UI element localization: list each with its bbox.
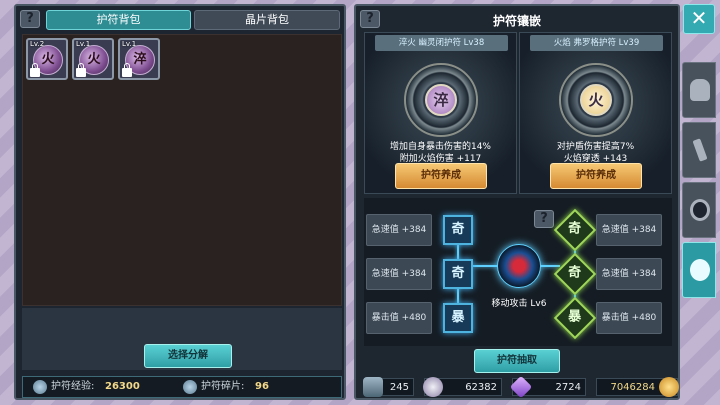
chip-socket[interactable]: 暴 xyxy=(553,296,597,340)
amulet-card: 火焰 弗罗格护符 Lv39 火 对护盾伤害提高7% 火焰穿透 +143 护符养成 xyxy=(519,32,672,194)
lock-icon xyxy=(122,63,132,77)
chip-stat: 急速值 +384 xyxy=(596,258,662,290)
item-level: Lv.1 xyxy=(76,40,91,48)
currency-item: 7046284 xyxy=(596,377,679,397)
chip-socket[interactable]: 奇 xyxy=(443,215,473,245)
gold-coin-icon xyxy=(659,377,679,397)
chip-socket[interactable]: 奇 xyxy=(443,259,473,289)
item-level: Lv.2 xyxy=(30,40,45,48)
chip-socket[interactable]: 奇 xyxy=(553,252,597,296)
currency-item: 62382 xyxy=(423,377,502,397)
amulet-train-button[interactable]: 护符养成 xyxy=(550,163,642,189)
exp-label: 护符经验: xyxy=(51,381,95,392)
amulet-ring[interactable]: 火 xyxy=(559,63,633,137)
close-button[interactable]: ✕ xyxy=(683,4,715,34)
sword-icon xyxy=(363,377,383,397)
amulet-exp-icon xyxy=(33,380,47,394)
currency-value: 7046284 xyxy=(610,382,655,393)
chip-stat: 急速值 +384 xyxy=(366,214,432,246)
item-level: Lv.1 xyxy=(122,40,137,48)
energy-beam xyxy=(473,265,499,267)
chip-socket-glyph: 奇 xyxy=(568,221,582,237)
tab-amulet-bag[interactable]: 护符背包 xyxy=(46,10,191,30)
currency-value: 245 xyxy=(389,382,409,393)
amulet-ring[interactable]: 淬 xyxy=(404,63,478,137)
lock-icon xyxy=(30,63,40,77)
amulet-train-button[interactable]: 护符养成 xyxy=(395,163,487,189)
currency-bar: 245 62382 2724 7046284 xyxy=(360,375,679,399)
amulet-glyph-icon: 火 xyxy=(580,84,612,116)
chip-stat: 急速值 +384 xyxy=(366,258,432,290)
chip-socket[interactable]: 暴 xyxy=(443,303,473,333)
amulet-name: 火焰 弗罗格护符 Lv39 xyxy=(530,35,663,51)
amulet-bag-panel: ? 护符背包 晶片背包 火 Lv.2 火 Lv.1 淬 Lv.1 选择分解 护符… xyxy=(14,4,346,400)
inventory-item[interactable]: 火 Lv.2 xyxy=(26,38,68,80)
inventory-grid: 火 Lv.2 火 Lv.1 淬 Lv.1 xyxy=(22,34,342,306)
select-decompose-button[interactable]: 选择分解 xyxy=(144,344,232,368)
panel-title: 护符镶嵌 xyxy=(492,14,541,28)
amulet-icon xyxy=(690,259,710,281)
amulet-name: 淬火 幽灵闭护符 Lv38 xyxy=(375,35,508,51)
weapons-icon xyxy=(692,138,708,162)
currency-value: 62382 xyxy=(465,382,497,393)
inventory-item[interactable]: 淬 Lv.1 xyxy=(118,38,160,80)
decompose-area: 选择分解 xyxy=(22,308,342,370)
amulet-inlay-panel: ? 护符镶嵌 淬火 幽灵闭护符 Lv38 淬 增加自身暴击伤害的14% 附加火焰… xyxy=(354,4,680,400)
side-tab-weapons[interactable] xyxy=(682,122,716,178)
core-orb-icon[interactable] xyxy=(497,244,541,288)
amulet-shard-icon xyxy=(183,380,197,394)
side-tab-helmet[interactable] xyxy=(682,62,716,118)
tab-chip-bag[interactable]: 晶片背包 xyxy=(194,10,340,30)
side-tab-target[interactable] xyxy=(682,182,716,238)
chip-socket-area: ? 急速值 +384 急速值 +384 暴击值 +480 奇 奇 暴 移动攻击 … xyxy=(364,198,672,346)
crystal-icon xyxy=(509,375,533,399)
amulet-card: 淬火 幽灵闭护符 Lv38 淬 增加自身暴击伤害的14% 附加火焰伤害 +117… xyxy=(364,32,517,194)
shard-label: 护符碎片: xyxy=(201,381,245,392)
chip-stat: 暴击值 +480 xyxy=(366,302,432,334)
energy-beam xyxy=(540,265,560,267)
currency-value: 2724 xyxy=(555,382,581,393)
chip-socket-glyph: 奇 xyxy=(568,265,582,281)
amulet-glyph-icon: 淬 xyxy=(425,84,457,116)
chip-stat: 暴击值 +480 xyxy=(596,302,662,334)
shard-value: 96 xyxy=(255,381,269,392)
exp-value: 26300 xyxy=(105,381,140,392)
mask-icon xyxy=(423,377,443,397)
chip-stat: 急速值 +384 xyxy=(596,214,662,246)
helmet-icon xyxy=(690,79,710,101)
resource-stats-bar: 护符经验: 26300 护符碎片: 96 xyxy=(22,376,342,398)
side-tab-amulet[interactable] xyxy=(682,242,716,298)
currency-item: 245 xyxy=(363,377,414,397)
lock-icon xyxy=(76,63,86,77)
chip-socket[interactable]: 奇 xyxy=(553,208,597,252)
inventory-item[interactable]: 火 Lv.1 xyxy=(72,38,114,80)
chip-socket-glyph: 暴 xyxy=(568,309,582,325)
amulet-draw-button[interactable]: 护符抽取 xyxy=(474,349,560,373)
target-icon xyxy=(690,199,710,221)
currency-item: 2724 xyxy=(509,375,586,399)
help-button[interactable]: ? xyxy=(534,210,554,228)
center-skill-label: 移动攻击 Lv6 xyxy=(491,299,547,309)
help-button[interactable]: ? xyxy=(20,10,40,28)
